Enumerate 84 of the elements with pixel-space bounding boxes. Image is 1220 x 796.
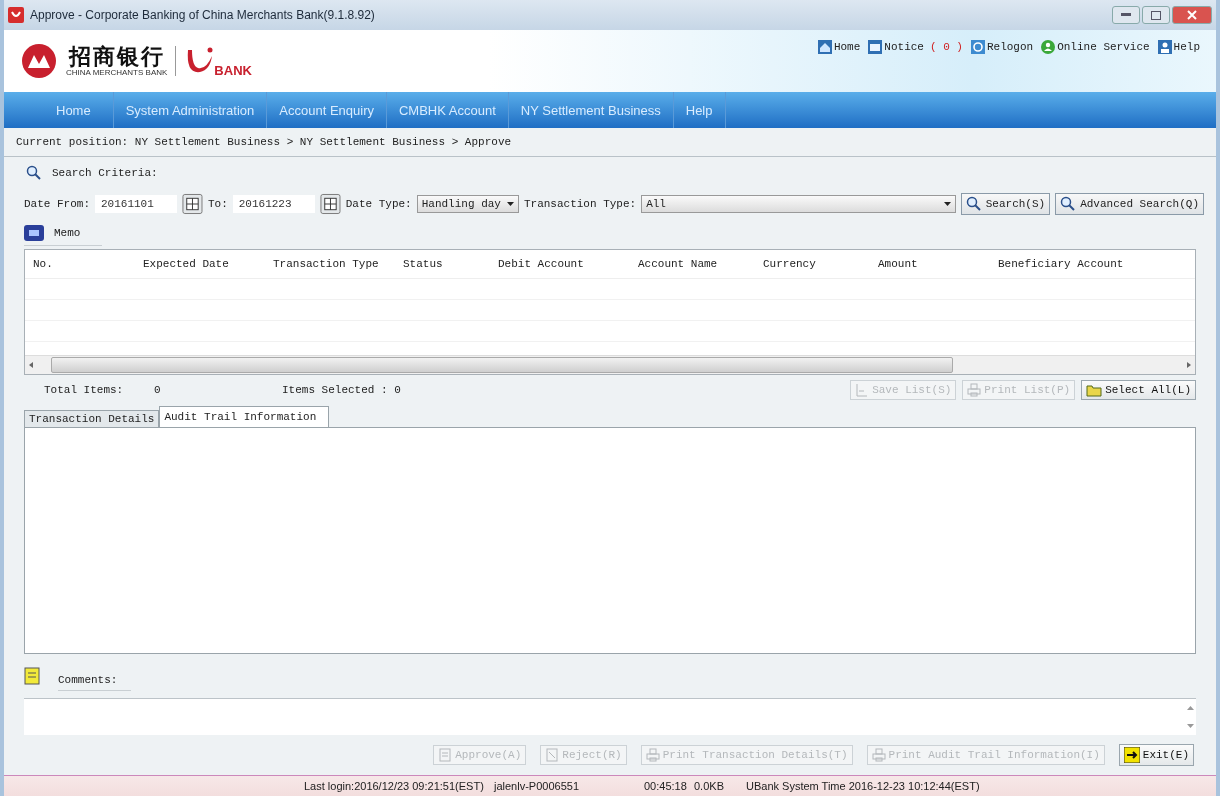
column-header: Amount xyxy=(877,258,919,270)
printer-icon xyxy=(871,748,886,762)
document-icon xyxy=(545,748,560,762)
link-label: Relogon xyxy=(986,41,1034,53)
card-icon xyxy=(24,224,44,241)
window-title: Approve - Corporate Banking of China Merchants Bank(9.1.8.92) xyxy=(30,8,376,22)
header-link[interactable]: Online Service xyxy=(1041,40,1150,54)
search-icon xyxy=(965,196,982,212)
refresh-icon xyxy=(970,40,985,54)
bank-subtitle: CHINA MERCHANTS BANK xyxy=(66,69,168,77)
minimize-icon xyxy=(1121,13,1131,17)
column-header: Status xyxy=(402,258,444,270)
maximize-icon xyxy=(1151,10,1161,20)
scroll-up-icon[interactable] xyxy=(1186,706,1194,710)
column-header: Beneficiary Account xyxy=(997,258,1125,270)
bank-logo-icon xyxy=(20,42,58,80)
section-title: Search Criteria: xyxy=(52,167,158,179)
link-label: Home xyxy=(833,41,861,53)
field-label: To: xyxy=(207,198,228,210)
status-text: 0.0KB xyxy=(694,780,725,792)
printer-icon xyxy=(967,383,982,397)
link-label: Help xyxy=(1173,41,1200,53)
column-header: Debit Account xyxy=(497,258,585,270)
close-icon xyxy=(1187,10,1197,20)
status-text: UBank System Time 2016-12-23 10:12:44(EST) xyxy=(746,780,980,792)
comments-field[interactable] xyxy=(24,698,1196,735)
disk-icon xyxy=(855,383,870,397)
detail-tab[interactable]: Transaction Details xyxy=(24,410,160,427)
column-header: Expected Date xyxy=(142,258,230,270)
link-label: Notice xyxy=(884,41,924,53)
folder-icon xyxy=(1086,383,1103,397)
person-icon xyxy=(1157,40,1172,54)
header-link[interactable]: Relogon xyxy=(970,40,1034,54)
selected-count: Items Selected : 0 xyxy=(282,384,402,396)
field-label: Transaction Type: xyxy=(523,198,637,210)
notice-count: ( 0 ) xyxy=(929,41,963,53)
product-name: BANK xyxy=(214,63,252,78)
breadcrumb: Current position: NY Settlement Business > NY Settlement Business > Approve xyxy=(16,136,512,148)
caret-icon xyxy=(506,202,514,206)
bank-name: 招商银行 xyxy=(68,45,165,67)
date-from-field[interactable]: 20161101 xyxy=(95,195,177,213)
maximize-button[interactable] xyxy=(1142,6,1170,24)
calendar-icon[interactable] xyxy=(319,193,341,215)
status-text: Last login:2016/12/23 09:21:51(EST) xyxy=(304,780,485,792)
search-icon xyxy=(26,165,42,181)
header-link[interactable]: Help xyxy=(1157,40,1200,54)
column-header: Transaction Type xyxy=(272,258,380,270)
date-to-field[interactable]: 20161223 xyxy=(232,195,315,213)
envelope-icon xyxy=(868,40,883,54)
app-icon xyxy=(8,7,24,23)
search-icon xyxy=(1060,196,1077,212)
calendar-icon[interactable] xyxy=(182,193,203,215)
printer-icon xyxy=(645,748,660,762)
minimize-button[interactable] xyxy=(1112,6,1140,24)
link-label: Online Service xyxy=(1057,41,1150,53)
close-button[interactable] xyxy=(1172,6,1212,24)
search-button[interactable]: Search(S) xyxy=(960,193,1051,215)
status-text: jalenlv-P0006551 xyxy=(494,780,580,792)
memo-tab[interactable]: Memo xyxy=(24,222,103,246)
column-header: Account Name xyxy=(637,258,719,270)
column-header: Currency xyxy=(762,258,817,270)
date-type-dropdown[interactable]: Handling day xyxy=(416,195,519,213)
comments-label: Comments: xyxy=(58,661,132,691)
status-text: 00:45:18 xyxy=(644,780,688,792)
user-circle-icon xyxy=(1041,40,1056,54)
column-header: No. xyxy=(32,258,54,270)
field-label: Date From: xyxy=(24,198,90,210)
exit-arrow-icon xyxy=(1123,747,1140,763)
transaction-type-dropdown[interactable]: All xyxy=(641,195,956,213)
document-icon xyxy=(438,748,453,762)
header-link[interactable]: Notice ( 0 ) xyxy=(868,40,963,54)
total-value: 0 xyxy=(154,384,162,396)
total-label: Total Items: xyxy=(43,384,125,396)
detail-tab[interactable]: Audit Trail Information xyxy=(159,406,330,427)
note-icon xyxy=(24,667,40,685)
header-link[interactable]: Home xyxy=(817,40,861,54)
list-button[interactable]: Select All(L) xyxy=(1081,380,1196,400)
horizontal-scrollbar[interactable] xyxy=(25,355,1195,374)
caret-icon xyxy=(943,202,951,206)
search-button[interactable]: Advanced Search(Q) xyxy=(1055,193,1204,215)
house-icon xyxy=(817,40,832,54)
scroll-down-icon[interactable] xyxy=(1186,724,1194,728)
field-label: Date Type: xyxy=(345,198,412,210)
action-button[interactable]: Exit(E) xyxy=(1118,744,1194,766)
